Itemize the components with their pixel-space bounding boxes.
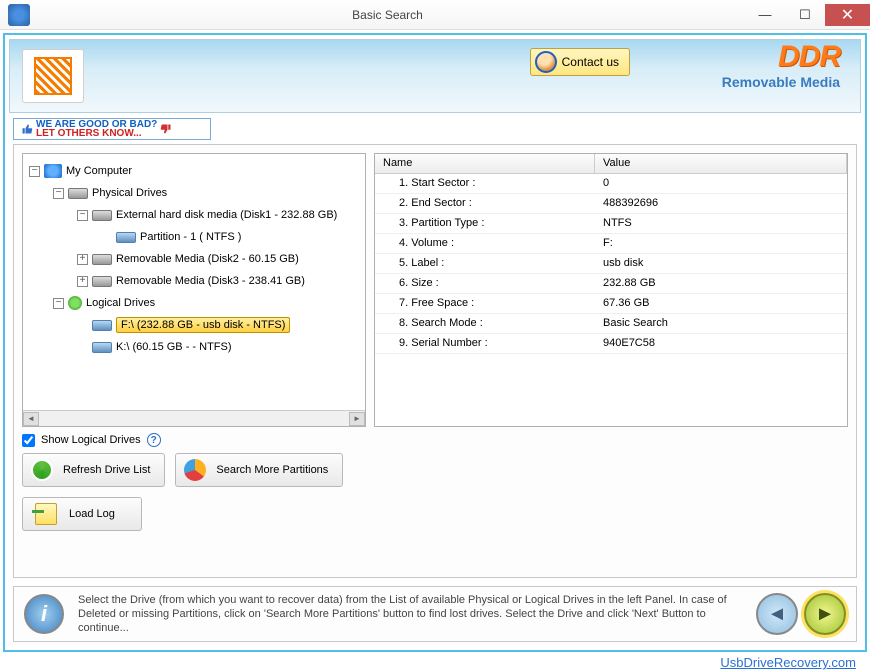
tree-disk1-partition[interactable]: Partition - 1 ( NTFS ): [27, 226, 361, 248]
properties-panel: Name Value 1. Start Sector :02. End Sect…: [374, 153, 848, 427]
property-row[interactable]: 6. Size :232.88 GB: [375, 274, 847, 294]
log-icon: [35, 503, 57, 525]
property-row[interactable]: 4. Volume :F:: [375, 234, 847, 254]
partition-icon: [116, 232, 136, 243]
collapse-icon[interactable]: −: [53, 298, 64, 309]
collapse-icon[interactable]: −: [29, 166, 40, 177]
app-logo: [22, 49, 84, 103]
brand-block: DDR Removable Media: [722, 40, 840, 90]
drive-icon: [92, 210, 112, 221]
collapse-icon[interactable]: −: [53, 188, 64, 199]
brand-name: DDR: [722, 40, 840, 74]
partitions-icon: [184, 459, 206, 481]
close-button[interactable]: ✕: [825, 4, 870, 26]
column-name-header[interactable]: Name: [375, 154, 595, 173]
drive-icon: [68, 188, 88, 199]
title-bar: Basic Search — ☐ ✕: [0, 0, 870, 30]
property-row[interactable]: 9. Serial Number :940E7C58: [375, 334, 847, 354]
info-bar: i Select the Drive (from which you want …: [13, 586, 857, 642]
volume-icon: [92, 342, 112, 353]
app-header: Contact us DDR Removable Media: [9, 39, 861, 113]
scroll-left-icon[interactable]: ◄: [23, 412, 39, 426]
window-title: Basic Search: [30, 8, 745, 22]
load-log-button[interactable]: Load Log: [22, 497, 142, 531]
minimize-button[interactable]: —: [745, 4, 785, 26]
contact-avatar-icon: [535, 51, 557, 73]
info-text: Select the Drive (from which you want to…: [78, 593, 742, 635]
app-icon: [8, 4, 30, 26]
show-logical-drives-checkbox[interactable]: [22, 434, 35, 447]
property-row[interactable]: 5. Label :usb disk: [375, 254, 847, 274]
feedback-badge[interactable]: WE ARE GOOD OR BAD? LET OTHERS KNOW...: [13, 118, 211, 140]
feedback-text: WE ARE GOOD OR BAD? LET OTHERS KNOW...: [36, 120, 157, 138]
computer-icon: [44, 164, 62, 178]
tree-disk3[interactable]: + Removable Media (Disk3 - 238.41 GB): [27, 270, 361, 292]
properties-header: Name Value: [375, 154, 847, 174]
drive-tree-panel[interactable]: − My Computer − Physical Drives − Extern…: [22, 153, 366, 427]
help-icon[interactable]: ?: [147, 433, 161, 447]
thumb-up-icon: [20, 123, 34, 135]
main-content: − My Computer − Physical Drives − Extern…: [13, 144, 857, 578]
back-button[interactable]: ◄: [756, 593, 798, 635]
collapse-icon[interactable]: −: [77, 210, 88, 221]
contact-label: Contact us: [562, 55, 619, 69]
properties-rows: 1. Start Sector :02. End Sector :4883926…: [375, 174, 847, 354]
property-row[interactable]: 3. Partition Type :NTFS: [375, 214, 847, 234]
info-icon: i: [24, 594, 64, 634]
drive-icon: [92, 276, 112, 287]
tree-physical-drives[interactable]: − Physical Drives: [27, 182, 361, 204]
search-more-partitions-button[interactable]: Search More Partitions: [175, 453, 343, 487]
expand-icon[interactable]: +: [77, 276, 88, 287]
refresh-drive-list-button[interactable]: Refresh Drive List: [22, 453, 165, 487]
volume-icon: [92, 320, 112, 331]
property-row[interactable]: 8. Search Mode :Basic Search: [375, 314, 847, 334]
tree-root[interactable]: − My Computer: [27, 160, 361, 182]
show-logical-drives-row: Show Logical Drives ?: [22, 433, 161, 447]
column-value-header[interactable]: Value: [595, 154, 847, 173]
brand-subtitle: Removable Media: [722, 74, 840, 90]
refresh-icon: [31, 459, 53, 481]
tree-drive-f[interactable]: F:\ (232.88 GB - usb disk - NTFS): [27, 314, 361, 336]
horizontal-scrollbar[interactable]: ◄ ►: [23, 410, 365, 426]
thumb-down-icon: [159, 123, 173, 135]
property-row[interactable]: 1. Start Sector :0: [375, 174, 847, 194]
logical-drives-icon: [68, 296, 82, 310]
property-row[interactable]: 2. End Sector :488392696: [375, 194, 847, 214]
tree-disk2[interactable]: + Removable Media (Disk2 - 60.15 GB): [27, 248, 361, 270]
maximize-button[interactable]: ☐: [785, 4, 825, 26]
tree-logical-drives[interactable]: − Logical Drives: [27, 292, 361, 314]
tree-disk1[interactable]: − External hard disk media (Disk1 - 232.…: [27, 204, 361, 226]
property-row[interactable]: 7. Free Space :67.36 GB: [375, 294, 847, 314]
scroll-right-icon[interactable]: ►: [349, 412, 365, 426]
footer-link[interactable]: UsbDriveRecovery.com: [0, 652, 870, 670]
show-logical-drives-label: Show Logical Drives: [41, 434, 141, 446]
tree-drive-k[interactable]: K:\ (60.15 GB - - NTFS): [27, 336, 361, 358]
expand-icon[interactable]: +: [77, 254, 88, 265]
next-button[interactable]: ►: [804, 593, 846, 635]
contact-us-button[interactable]: Contact us: [530, 48, 630, 76]
drive-icon: [92, 254, 112, 265]
